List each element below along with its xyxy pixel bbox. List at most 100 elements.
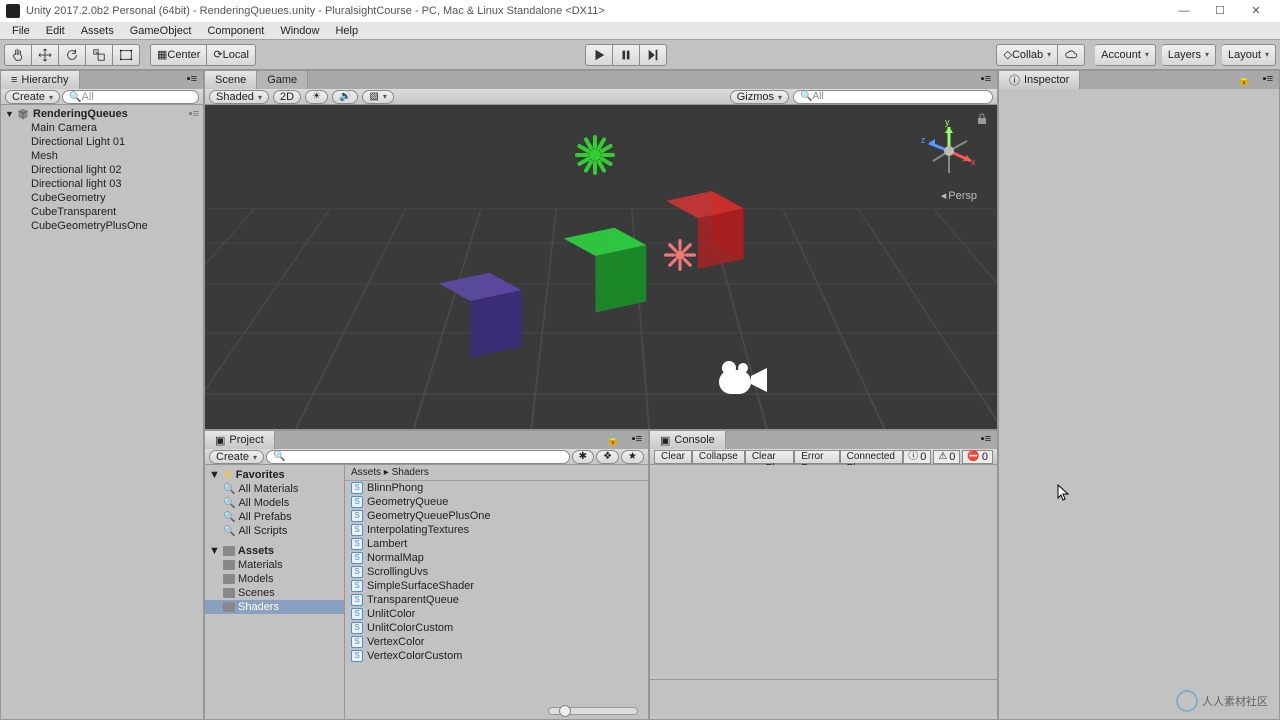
layout-dropdown[interactable]: Layout — [1222, 44, 1276, 66]
shader-file[interactable]: SSimpleSurfaceShader — [345, 579, 648, 593]
console-error-pause[interactable]: Error Pause — [794, 450, 839, 464]
hierarchy-item[interactable]: Directional Light 01 — [1, 135, 203, 149]
minimize-button[interactable]: — — [1166, 1, 1202, 21]
project-breadcrumb[interactable]: Assets ▸ Shaders — [345, 465, 648, 481]
menu-edit[interactable]: Edit — [38, 23, 73, 39]
shaded-dropdown[interactable]: Shaded — [209, 90, 269, 104]
move-tool[interactable] — [32, 44, 59, 66]
console-tab[interactable]: ▣Console — [650, 431, 726, 449]
hierarchy-item[interactable]: CubeGeometryPlusOne — [1, 219, 203, 233]
console-output — [650, 465, 997, 679]
panel-menu-icon[interactable]: ▪≡ — [626, 431, 648, 449]
project-search[interactable]: 🔍 — [266, 450, 570, 464]
shader-file[interactable]: SGeometryQueue — [345, 495, 648, 509]
favorite-item[interactable]: 🔍All Materials — [205, 482, 344, 496]
folder-item[interactable]: Scenes — [205, 586, 344, 600]
account-dropdown[interactable]: Account — [1095, 44, 1156, 66]
scene-tab[interactable]: Scene — [205, 71, 257, 89]
pause-button[interactable] — [613, 44, 640, 66]
shader-file[interactable]: SUnlitColor — [345, 607, 648, 621]
menu-file[interactable]: File — [4, 23, 38, 39]
folder-item[interactable]: Shaders — [205, 600, 344, 614]
hierarchy-search[interactable]: 🔍All — [62, 90, 199, 104]
shader-file[interactable]: SNormalMap — [345, 551, 648, 565]
lock-icon[interactable]: 🔒 — [1231, 71, 1257, 89]
play-button[interactable] — [585, 44, 613, 66]
hierarchy-item[interactable]: Directional light 02 — [1, 163, 203, 177]
hierarchy-item[interactable]: Directional light 03 — [1, 177, 203, 191]
thumbnail-size-slider[interactable] — [548, 707, 638, 715]
scene-header[interactable]: ▼ RenderingQueues ▪≡ — [1, 107, 203, 121]
menu-window[interactable]: Window — [272, 23, 327, 39]
pivot-local-button[interactable]: ⟳ Local — [207, 44, 256, 66]
assets-header[interactable]: ▼Assets — [205, 544, 344, 558]
lock-icon[interactable] — [977, 113, 987, 125]
audio-toggle[interactable]: 🔊 — [332, 90, 358, 104]
shader-file[interactable]: SBlinnPhong — [345, 481, 648, 495]
console-error-count[interactable]: ⛔0 — [962, 450, 993, 464]
favorite-item[interactable]: 🔍All Prefabs — [205, 510, 344, 524]
panel-menu-icon[interactable]: ▪≡ — [975, 431, 997, 449]
hierarchy-item[interactable]: Mesh — [1, 149, 203, 163]
save-search-icon[interactable]: ★ — [621, 450, 644, 464]
inspector-tab[interactable]: ⓘInspector — [999, 71, 1080, 89]
pivot-center-button[interactable]: ▦ Center — [150, 44, 207, 66]
favorite-item[interactable]: 🔍All Models — [205, 496, 344, 510]
shader-file[interactable]: SVertexColor — [345, 635, 648, 649]
game-tab[interactable]: Game — [257, 71, 308, 89]
hierarchy-item[interactable]: CubeTransparent — [1, 205, 203, 219]
cloud-button[interactable] — [1058, 44, 1085, 66]
menu-help[interactable]: Help — [327, 23, 366, 39]
rect-tool[interactable] — [113, 44, 140, 66]
shader-file[interactable]: SGeometryQueuePlusOne — [345, 509, 648, 523]
favorite-item[interactable]: 🔍All Scripts — [205, 524, 344, 538]
console-connected-player[interactable]: Connected Playe — [840, 450, 904, 464]
shader-file[interactable]: SUnlitColorCustom — [345, 621, 648, 635]
maximize-button[interactable]: ☐ — [1202, 1, 1238, 21]
menu-assets[interactable]: Assets — [73, 23, 122, 39]
gizmos-dropdown[interactable]: Gizmos — [730, 90, 789, 104]
cube-green — [580, 236, 631, 303]
search-filter-icon[interactable]: ✱ — [572, 450, 594, 464]
console-warn-count[interactable]: ⚠0 — [933, 450, 960, 464]
panel-menu-icon[interactable]: ▪≡ — [1257, 71, 1279, 89]
lock-icon[interactable]: 🔒 — [600, 431, 626, 449]
layers-dropdown[interactable]: Layers — [1162, 44, 1216, 66]
shader-file[interactable]: SInterpolatingTextures — [345, 523, 648, 537]
lighting-toggle[interactable]: ☀ — [305, 90, 328, 104]
console-info-count[interactable]: ⓘ0 — [903, 450, 931, 464]
perspective-label[interactable]: Persp — [941, 189, 977, 202]
folder-item[interactable]: Materials — [205, 558, 344, 572]
favorites-header[interactable]: ▼★Favorites — [205, 467, 344, 482]
collab-dropdown[interactable]: ◇ Collab — [996, 44, 1058, 66]
folder-item[interactable]: Models — [205, 572, 344, 586]
project-create-button[interactable]: Create — [209, 450, 264, 464]
menu-component[interactable]: Component — [199, 23, 272, 39]
shader-file[interactable]: STransparentQueue — [345, 593, 648, 607]
console-clear[interactable]: Clear — [654, 450, 692, 464]
shader-file[interactable]: SVertexColorCustom — [345, 649, 648, 663]
fx-dropdown[interactable]: ▧ — [362, 90, 393, 104]
panel-menu-icon[interactable]: ▪≡ — [975, 71, 997, 89]
hierarchy-item[interactable]: Main Camera — [1, 121, 203, 135]
close-button[interactable]: ✕ — [1238, 1, 1274, 21]
scene-viewport[interactable]: y x z Persp — [205, 105, 997, 429]
hand-tool[interactable] — [4, 44, 32, 66]
step-button[interactable] — [640, 44, 667, 66]
menu-gameobject[interactable]: GameObject — [122, 23, 200, 39]
project-tab[interactable]: ▣Project — [205, 431, 275, 449]
scale-tool[interactable] — [86, 44, 113, 66]
hierarchy-tab[interactable]: ≡Hierarchy — [1, 71, 80, 89]
2d-toggle[interactable]: 2D — [273, 90, 301, 104]
hierarchy-create-button[interactable]: Create — [5, 90, 60, 104]
search-filter-icon[interactable]: ❖ — [596, 450, 619, 464]
console-collapse[interactable]: Collapse — [692, 450, 745, 464]
hierarchy-item[interactable]: CubeGeometry — [1, 191, 203, 205]
panel-menu-icon[interactable]: ▪≡ — [181, 71, 203, 89]
shader-file[interactable]: SScrollingUvs — [345, 565, 648, 579]
shader-file[interactable]: SLambert — [345, 537, 648, 551]
rotate-tool[interactable] — [59, 44, 86, 66]
console-clear-on-play[interactable]: Clear on Play — [745, 450, 794, 464]
orientation-gizmo[interactable]: y x z — [919, 121, 979, 181]
scene-search[interactable]: 🔍All — [793, 90, 993, 104]
